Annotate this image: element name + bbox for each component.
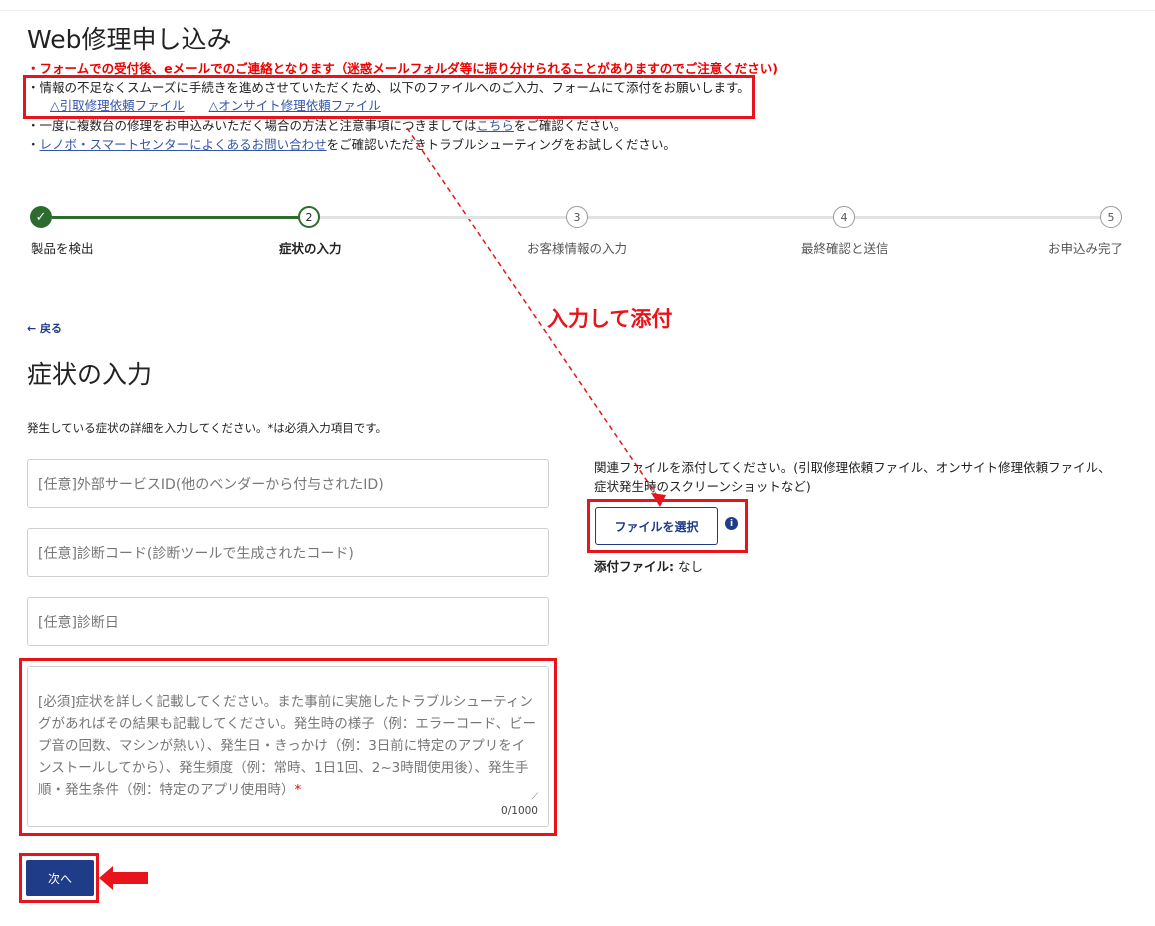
step-4-circle: 4 (833, 206, 855, 228)
diagnostic-date-placeholder: [任意]診断日 (38, 614, 119, 631)
step-4-label: 最終確認と送信 (801, 241, 889, 256)
section-title: 症状の入力 (27, 360, 153, 389)
highlight-file-button (587, 499, 748, 553)
step-3-circle: 3 (566, 206, 588, 228)
attached-files: 添付ファイル: なし (594, 556, 703, 575)
step-5-circle: 5 (1100, 206, 1122, 228)
back-link[interactable]: ← 戻る (27, 320, 62, 336)
pointer-arrow-icon (99, 866, 148, 890)
external-service-id-placeholder: [任意]外部サービスID(他のベンダーから付与されたID) (38, 476, 384, 493)
attached-files-label: 添付ファイル: (594, 559, 674, 574)
diagnostic-code-field[interactable]: [任意]診断コード(診断ツールで生成されたコード) (27, 528, 549, 577)
annotation-label: 入力して添付 (547, 307, 673, 331)
highlight-next (19, 853, 99, 903)
attached-files-value: なし (677, 559, 703, 574)
step-1-check-icon: ✓ (30, 206, 52, 228)
step-5-label: お申込み完了 (1048, 241, 1124, 256)
section-description: 発生している症状の詳細を入力してください。*は必須入力項目です。 (27, 421, 388, 435)
attachment-description: 関連ファイルを添付してください。(引取修理依頼ファイル、オンサイト修理依頼ファイ… (594, 460, 1111, 494)
stepper-line-todo (320, 216, 1110, 219)
step-2-circle: 2 (298, 206, 320, 228)
external-service-id-field[interactable]: [任意]外部サービスID(他のベンダーから付与されたID) (27, 459, 549, 508)
step-1-label: 製品を検出 (31, 241, 94, 256)
diagnostic-code-placeholder: [任意]診断コード(診断ツールで生成されたコード) (38, 545, 354, 562)
stepper-line-done (52, 216, 299, 219)
diagnostic-date-field[interactable]: [任意]診断日 (27, 597, 549, 646)
step-3-label: お客様情報の入力 (527, 241, 628, 256)
highlight-symptom (19, 658, 557, 836)
step-2-label: 症状の入力 (279, 241, 342, 256)
